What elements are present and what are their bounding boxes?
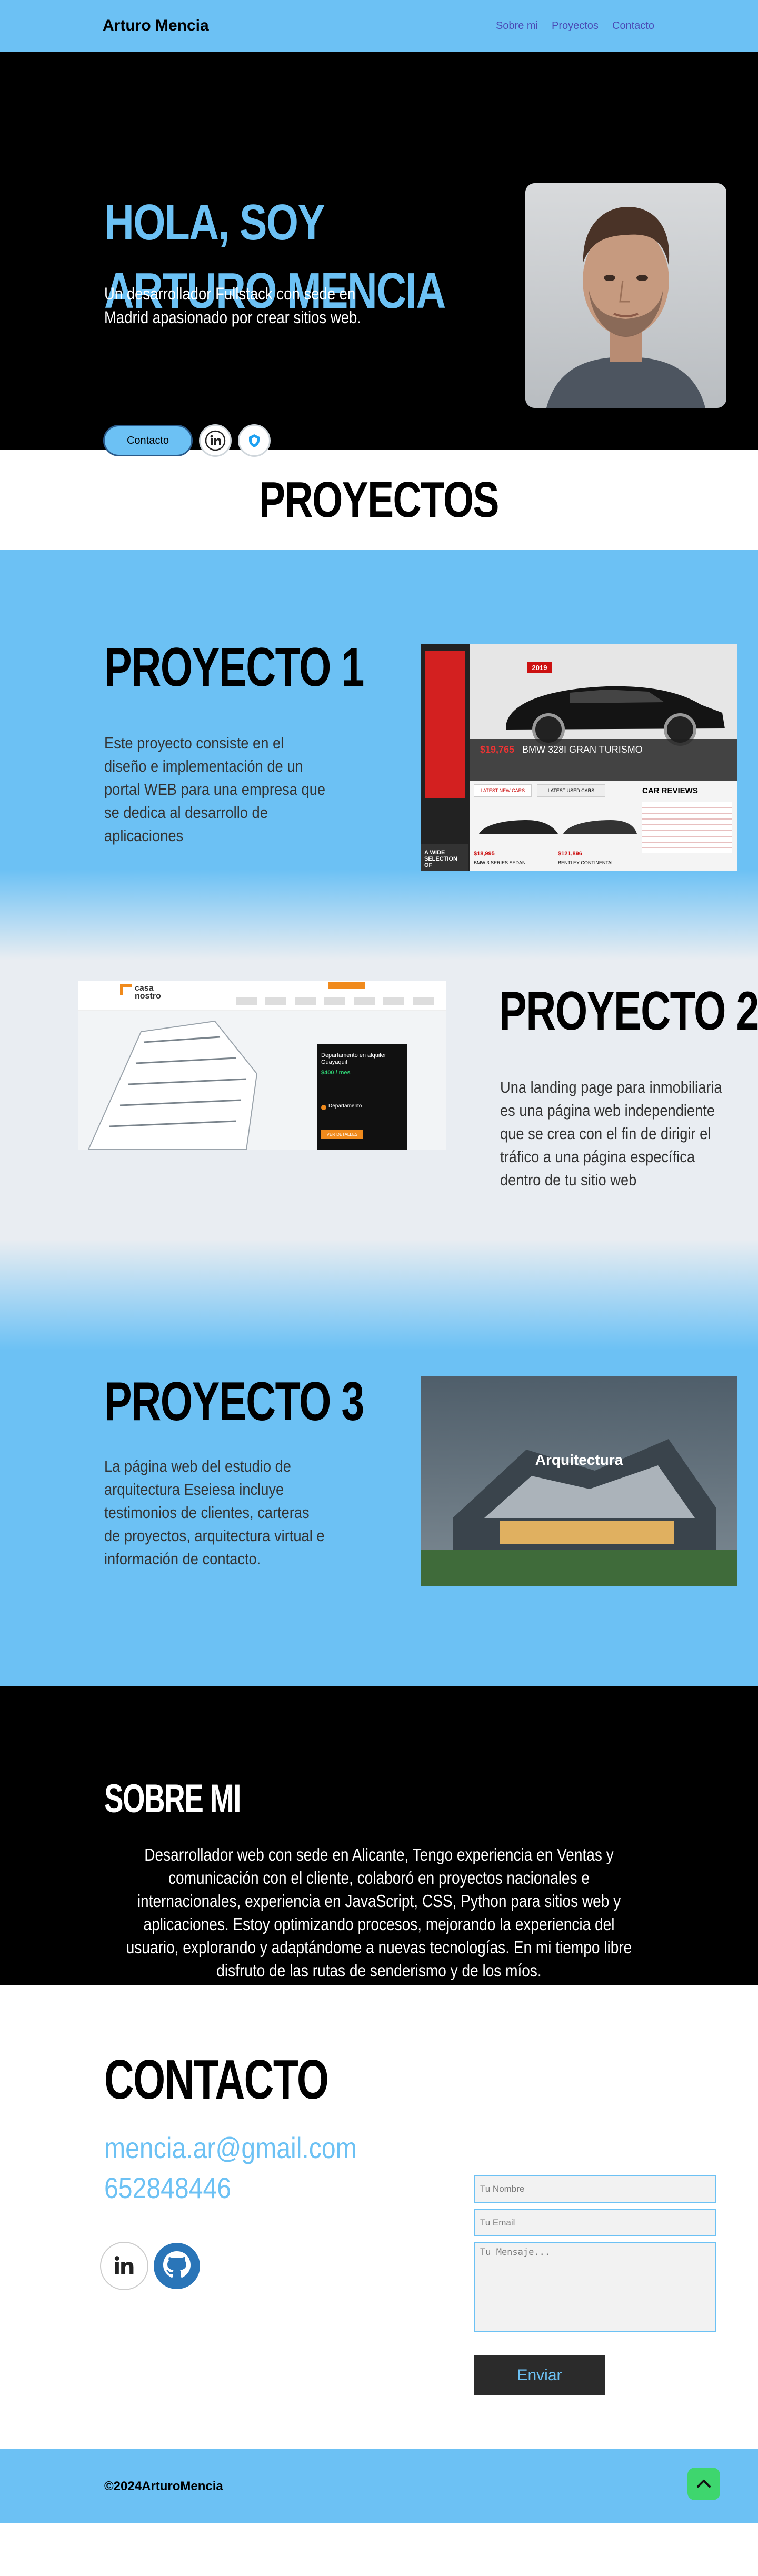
contact-info: mencia.ar@gmail.com 652848446 bbox=[104, 2128, 357, 2208]
message-textarea[interactable]: Tu Mensaje... bbox=[474, 2242, 716, 2332]
p2-card-price: $400 / mes bbox=[321, 1070, 351, 1076]
codepen-icon[interactable] bbox=[238, 424, 271, 457]
project-2-section: casa nostro Departamento en alquiler Gua… bbox=[0, 960, 758, 1371]
project-1-section: PROYECTO 1 Este proyecto consiste en el … bbox=[0, 550, 758, 960]
project-3-description: La página web del estudio de arquitectur… bbox=[104, 1457, 325, 1568]
project-2-screenshot[interactable]: casa nostro Departamento en alquiler Gua… bbox=[78, 981, 446, 1150]
hero-section: HOLA, SOY ARTURO MENCIA Un desarrollador… bbox=[0, 52, 758, 457]
p1-car-thumbs bbox=[479, 820, 637, 834]
p1-wide: A WIDE SELECTION OF bbox=[424, 850, 457, 868]
p1-latest-new: LATEST NEW CARS bbox=[474, 784, 532, 797]
nav-link-contacto[interactable]: Contacto bbox=[612, 20, 654, 32]
hero-subtitle: Un desarrollador Fullstack con sede en M… bbox=[104, 284, 361, 327]
contact-button[interactable]: Contacto bbox=[103, 425, 193, 456]
projects-heading: PROYECTOS bbox=[259, 471, 500, 528]
contact-icons bbox=[100, 2241, 202, 2291]
email-input[interactable]: Tu Email bbox=[474, 2209, 716, 2236]
p3-heading: Arquitectura bbox=[535, 1452, 623, 1468]
project-2-description: Una landing page para inmobiliaria es un… bbox=[500, 1078, 722, 1189]
about-heading: SOBRE MI bbox=[104, 1776, 242, 1821]
project-1-screenshot[interactable]: 2019 $19,765 BMW 328I GRAN TURISMO LATES… bbox=[421, 644, 737, 871]
footer: ©2024ArturoMencia bbox=[0, 2449, 758, 2523]
nav-link-proyectos[interactable]: Proyectos bbox=[552, 20, 599, 32]
p1-price3: $121,896 bbox=[558, 851, 582, 857]
navbar: Arturo Mencia Sobre mi Proyectos Contact… bbox=[0, 0, 758, 52]
project-1-description: Este proyecto consiste en el diseño e im… bbox=[104, 734, 326, 845]
p2-card-title: Departamento en alquiler Guayaquil bbox=[321, 1052, 386, 1065]
about-text: Desarrollador web con sede en Alicante, … bbox=[126, 1845, 632, 1980]
p1-car2: BMW 3 SERIES SEDAN bbox=[474, 860, 526, 865]
hero-title-line1: HOLA, SOY bbox=[104, 194, 325, 251]
casa-logo-icon bbox=[120, 984, 132, 995]
p1-price: $19,765 bbox=[480, 744, 515, 755]
linkedin-icon[interactable] bbox=[100, 2242, 148, 2290]
hero-actions: Contacto bbox=[103, 424, 271, 457]
project-3-screenshot[interactable]: Arquitectura bbox=[421, 1376, 737, 1586]
p2-card-type: Departamento bbox=[328, 1103, 362, 1109]
p1-model: BMW 328I GRAN TURISMO bbox=[522, 744, 643, 755]
car-illustration bbox=[506, 686, 725, 746]
nav-links: Sobre mi Proyectos Contacto bbox=[496, 20, 654, 32]
p2-card-button: VER DETALLES bbox=[321, 1130, 363, 1139]
chevron-up-icon bbox=[697, 2480, 711, 2488]
profile-photo bbox=[525, 183, 726, 408]
name-input[interactable]: Tu Nombre bbox=[474, 2175, 716, 2203]
p2-logo-text: casa nostro bbox=[135, 984, 161, 1001]
p1-price2: $18,995 bbox=[474, 851, 495, 857]
p1-car3: BENTLEY CONTINENTAL bbox=[558, 860, 614, 865]
p1-latest-used: LATEST USED CARS bbox=[537, 784, 605, 797]
contact-email[interactable]: mencia.ar@gmail.com bbox=[104, 2128, 357, 2168]
scroll-to-top-button[interactable] bbox=[687, 2468, 720, 2500]
contact-heading: CONTACTO bbox=[104, 2049, 329, 2111]
send-button[interactable]: Enviar bbox=[474, 2355, 605, 2395]
project-2-title: PROYECTO 2 bbox=[499, 981, 758, 1042]
project-1-title: PROYECTO 1 bbox=[104, 637, 364, 698]
linkedin-icon[interactable] bbox=[199, 424, 232, 457]
footer-copyright: ©2024ArturoMencia bbox=[104, 2479, 223, 2493]
p1-reviews: CAR REVIEWS bbox=[642, 786, 698, 795]
about-section: SOBRE MI Desarrollador web con sede en A… bbox=[0, 1686, 758, 1985]
architecture-illustration bbox=[421, 1376, 737, 1586]
brand-name[interactable]: Arturo Mencia bbox=[103, 17, 209, 35]
project-3-section: PROYECTO 3 La página web del estudio de … bbox=[0, 1371, 758, 1686]
p1-hero: 2019 $19,765 BMW 328I GRAN TURISMO bbox=[470, 644, 737, 781]
contact-phone[interactable]: 652848446 bbox=[104, 2168, 357, 2208]
project-3-title: PROYECTO 3 bbox=[104, 1371, 364, 1432]
contact-section: CONTACTO mencia.ar@gmail.com 652848446 T… bbox=[0, 1985, 758, 2449]
nav-link-sobre-mi[interactable]: Sobre mi bbox=[496, 20, 538, 32]
p1-sidebar bbox=[421, 644, 470, 871]
projects-heading-section: PROYECTOS bbox=[0, 450, 758, 550]
github-icon[interactable] bbox=[152, 2241, 202, 2291]
